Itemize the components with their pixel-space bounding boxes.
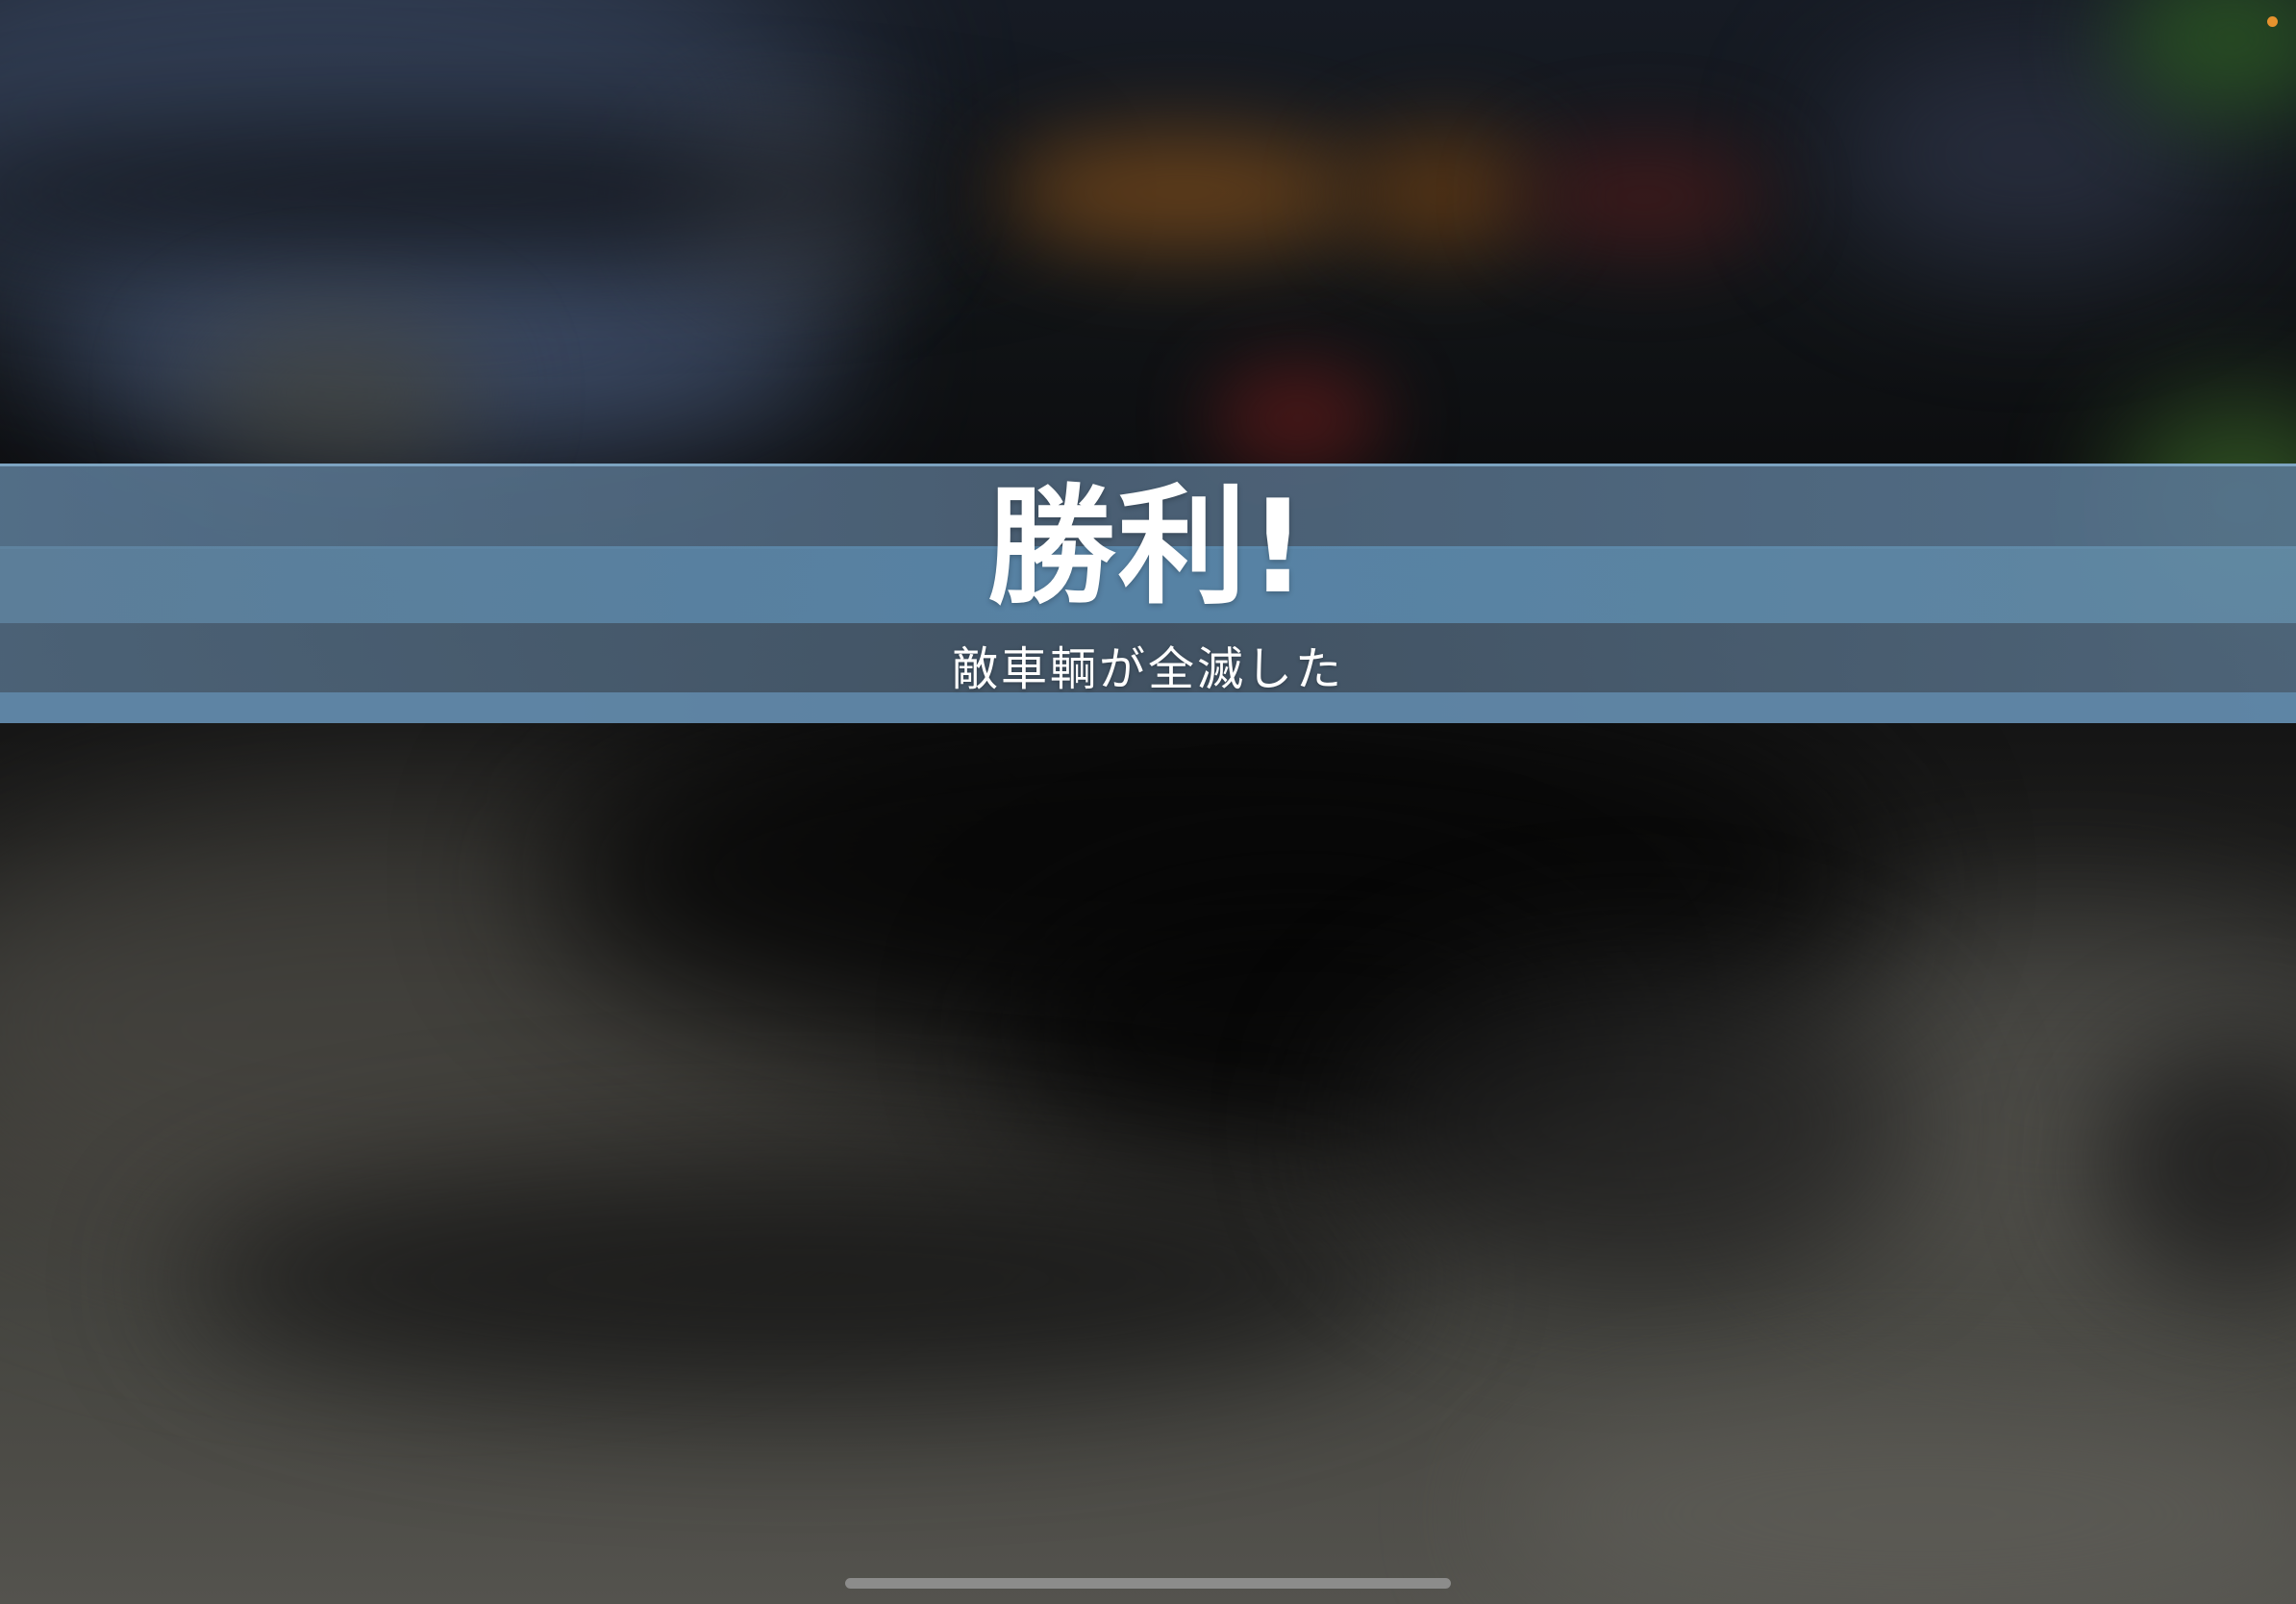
home-indicator-bar[interactable] [845, 1578, 1451, 1589]
background-blur-marker-red [1211, 365, 1385, 471]
blurred-battlefield-background [0, 0, 2296, 1604]
background-blur-hud-orange-2 [1346, 135, 1538, 250]
background-blur-hud-red [1519, 144, 1769, 250]
victory-banner: 勝利! 敵車輌が全滅した [0, 464, 2296, 723]
victory-subtitle: 敵車輌が全滅した [951, 642, 1344, 696]
background-blur-road-light [1490, 1394, 2296, 1604]
victory-title: 勝利! [986, 472, 1310, 622]
background-blur-terrain [192, 317, 481, 471]
background-blur-wreck [1346, 962, 1923, 1289]
background-blur-hud-orange [1000, 135, 1365, 250]
game-screen[interactable]: 勝利! 敵車輌が全滅した [0, 0, 2296, 1604]
background-blur-road-shadow [173, 1154, 1423, 1404]
background-blur-horizon [0, 135, 1058, 250]
banner-stripe-edge [0, 692, 2296, 723]
recording-indicator-icon [2267, 16, 2278, 27]
